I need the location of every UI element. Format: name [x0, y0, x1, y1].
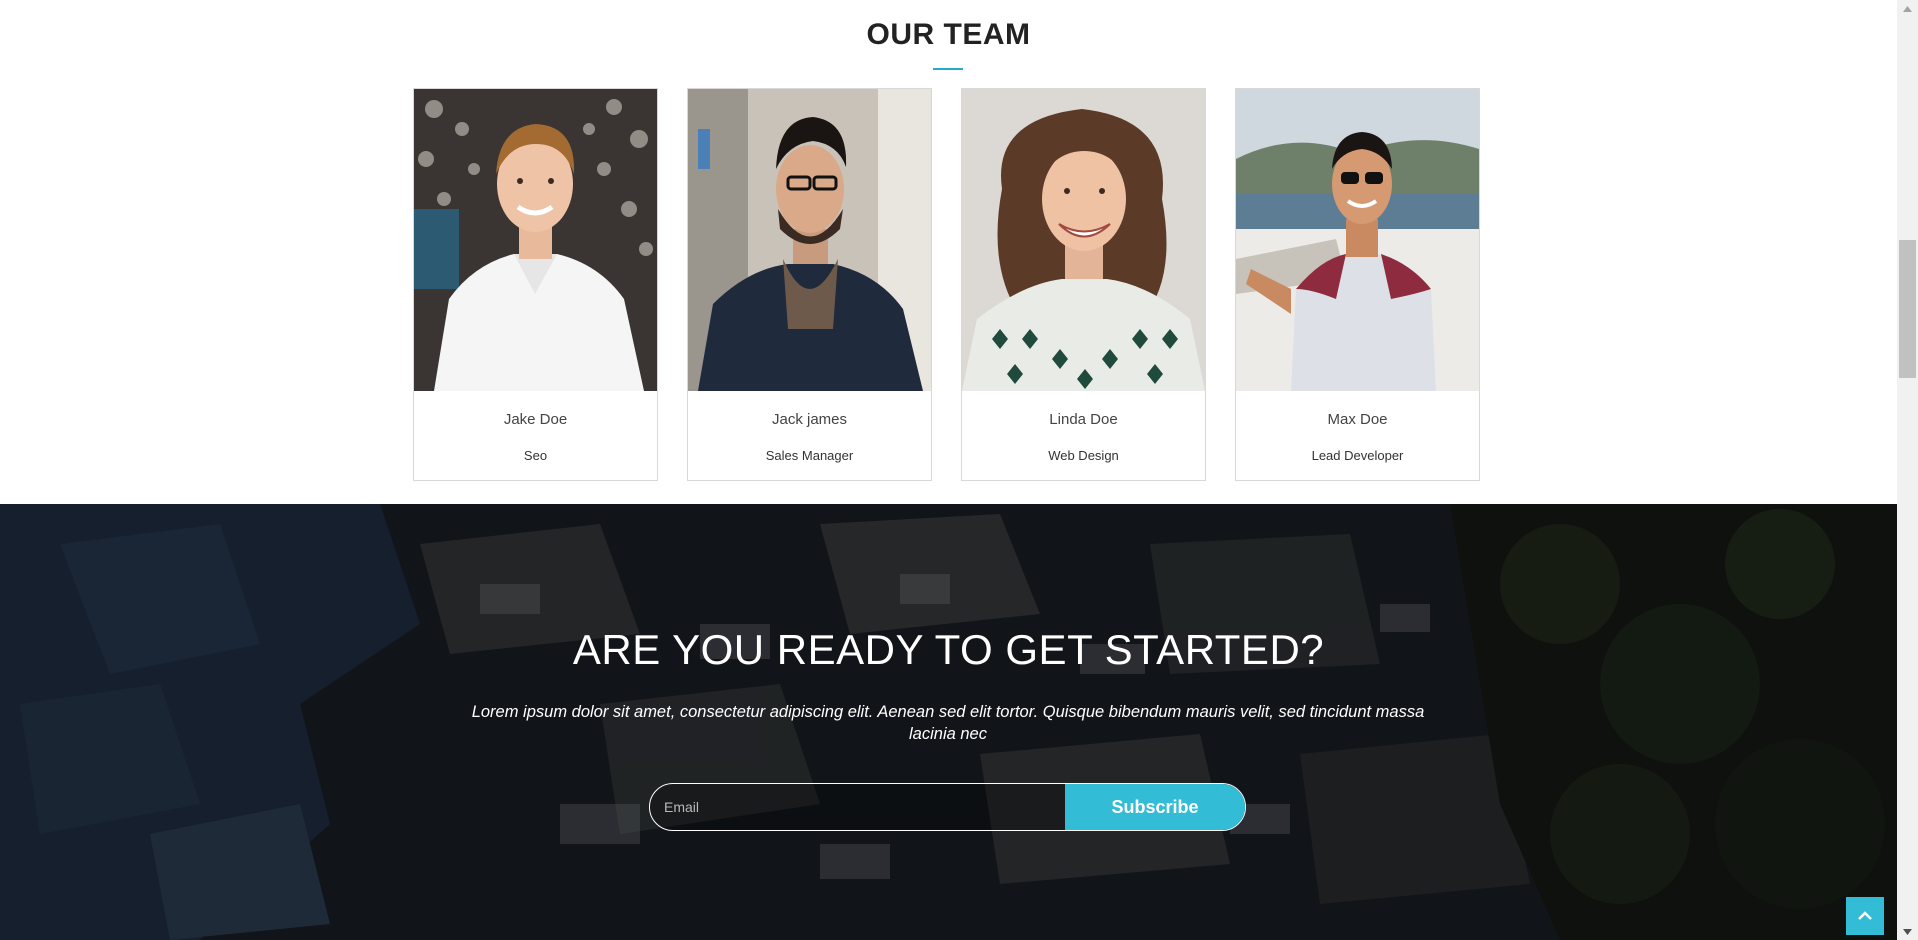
- chevron-up-icon: [1858, 911, 1872, 920]
- scrollbar-thumb[interactable]: [1899, 240, 1916, 378]
- team-card-linda: Linda Doe Web Design: [961, 88, 1206, 481]
- back-to-top-button[interactable]: [1846, 897, 1884, 935]
- team-member-photo: [414, 89, 657, 391]
- team-member-role: Web Design: [1048, 448, 1119, 463]
- subscribe-form: Subscribe: [649, 783, 1246, 831]
- title-underline: [933, 68, 963, 70]
- team-member-photo: [688, 89, 931, 391]
- team-title: OUR TEAM: [866, 18, 1031, 51]
- team-section: OUR TEAM Jake Doe Seo Jack james Sales M…: [0, 0, 1897, 504]
- team-member-role: Sales Manager: [765, 448, 854, 463]
- subscribe-section: ARE YOU READY TO GET STARTED? Lorem ipsu…: [0, 504, 1897, 940]
- team-member-name: Jack james: [771, 411, 848, 428]
- cta-title: ARE YOU READY TO GET STARTED?: [572, 626, 1325, 673]
- team-member-name: Jake Doe: [503, 411, 568, 428]
- subscribe-button[interactable]: Subscribe: [1065, 784, 1245, 830]
- team-member-role: Seo: [523, 448, 548, 463]
- team-card-jake: Jake Doe Seo: [413, 88, 658, 481]
- team-member-role: Lead Developer: [1311, 448, 1404, 463]
- scroll-up-arrow-icon: [1903, 5, 1912, 12]
- cta-text: Lorem ipsum dolor sit amet, consectetur …: [471, 703, 1425, 743]
- scroll-down-button[interactable]: [1897, 923, 1918, 940]
- page: OUR TEAM Jake Doe Seo Jack james Sales M…: [0, 0, 1897, 940]
- vertical-scrollbar[interactable]: [1897, 0, 1918, 940]
- team-member-photo: [962, 89, 1205, 391]
- team-member-name: Max Doe: [1327, 411, 1388, 428]
- email-input[interactable]: [650, 784, 1065, 830]
- team-card-max: Max Doe Lead Developer: [1235, 88, 1480, 481]
- scroll-down-arrow-icon: [1903, 928, 1912, 935]
- team-member-name: Linda Doe: [1049, 411, 1118, 428]
- team-member-photo: [1236, 89, 1479, 391]
- scroll-up-button[interactable]: [1897, 0, 1918, 17]
- team-card-jack: Jack james Sales Manager: [687, 88, 932, 481]
